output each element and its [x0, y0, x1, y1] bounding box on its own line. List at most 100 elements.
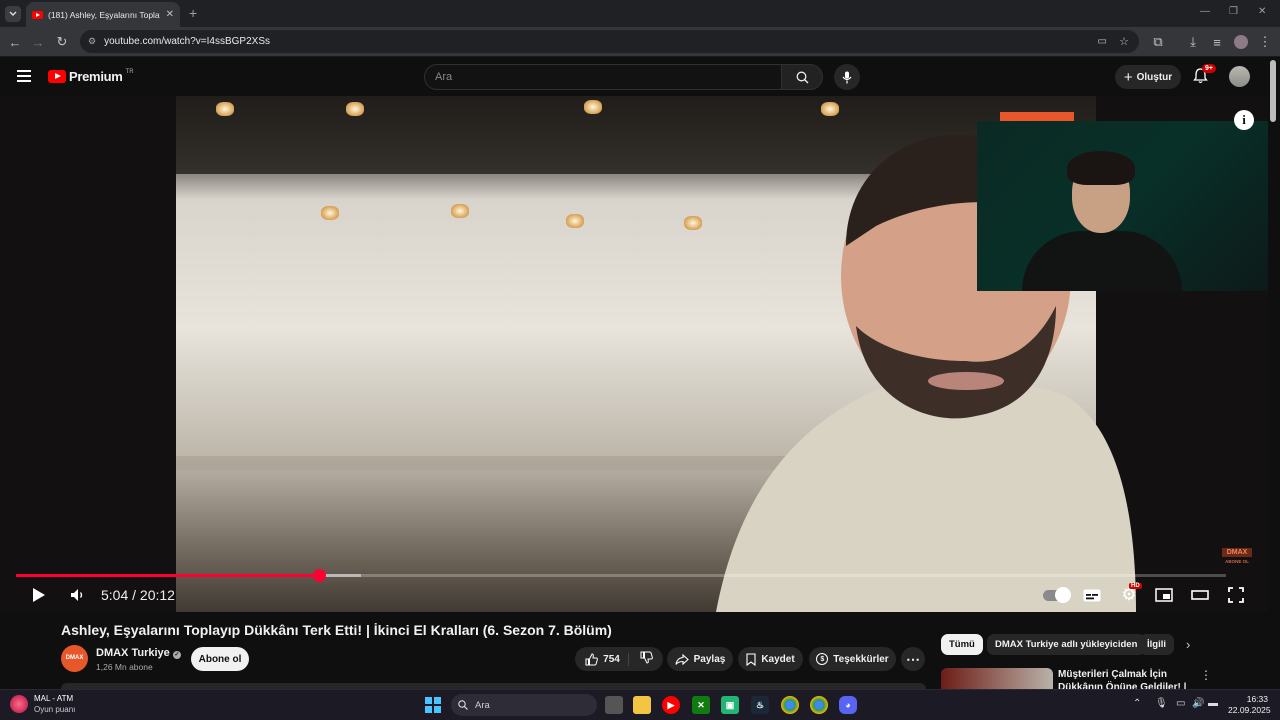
back-button[interactable]: ←	[4, 27, 26, 57]
start-button[interactable]	[425, 697, 441, 713]
browser-menu-icon[interactable]: ⋮	[1254, 27, 1276, 57]
save-button[interactable]: Kaydet	[738, 647, 803, 671]
autoplay-toggle[interactable]	[1042, 584, 1071, 606]
youtube-music-icon[interactable]: ▶	[662, 696, 680, 714]
recommendation-thumbnail[interactable]	[941, 668, 1053, 690]
channel-name[interactable]: DMAX Turkiye ✓	[96, 647, 181, 659]
subtitles-button[interactable]	[1082, 584, 1102, 606]
scene-light	[451, 204, 469, 218]
forward-button[interactable]: →	[27, 27, 49, 57]
bookmark-star-icon[interactable]: ☆	[1119, 35, 1129, 48]
steam-icon[interactable]: ♨	[751, 696, 769, 714]
site-info-icon[interactable]: ⚙	[88, 36, 96, 47]
voice-search-button[interactable]	[834, 64, 860, 90]
minimize-button[interactable]: —	[1200, 6, 1210, 17]
chip-related[interactable]: İlgili	[1139, 634, 1174, 655]
browser-tab-bar: (181) Ashley, Eşyalarını Toplayıp ✕ + — …	[0, 0, 1280, 27]
volume-icon	[71, 589, 83, 601]
browser-tab[interactable]: (181) Ashley, Eşyalarını Toplayıp ✕	[26, 2, 180, 27]
close-window-button[interactable]: ✕	[1258, 6, 1266, 17]
brand-label: Premium	[69, 69, 123, 84]
fullscreen-icon	[1228, 587, 1244, 603]
share-button[interactable]: Paylaş	[667, 647, 733, 671]
play-button[interactable]	[30, 584, 48, 606]
scene-light	[566, 214, 584, 228]
tray-volume-icon[interactable]: 🔊	[1192, 698, 1204, 709]
task-view-icon[interactable]	[605, 696, 623, 714]
restore-button[interactable]: ❐	[1229, 6, 1238, 17]
windows-taskbar: MAL - ATM Oyun puanı Ara ▶ ✕ ▣ ♨ ◕ ⌃ 🎙 ▭…	[0, 689, 1280, 720]
save-label: Kaydet	[761, 653, 795, 665]
menu-icon[interactable]	[17, 70, 31, 82]
more-actions-button[interactable]: ⋯	[901, 647, 925, 671]
weather-widget[interactable]: MAL - ATM Oyun puanı	[10, 693, 75, 715]
cast-icon[interactable]: ▭	[1098, 36, 1107, 47]
chips-next-button[interactable]: ›	[1186, 637, 1190, 652]
watermark-text: DMAX	[1222, 548, 1252, 557]
theater-mode-button[interactable]	[1190, 584, 1210, 606]
close-tab-icon[interactable]: ✕	[166, 9, 174, 20]
dmax-watermark[interactable]: DMAX ABONE OL	[1222, 548, 1252, 566]
file-explorer-icon[interactable]	[633, 696, 651, 714]
dislike-button[interactable]	[634, 651, 653, 667]
new-tab-button[interactable]: +	[189, 5, 197, 21]
scene-light	[684, 216, 702, 230]
discord-icon[interactable]: ◕	[839, 696, 857, 714]
downloads-icon[interactable]: ⤓	[1182, 27, 1204, 57]
miniplayer-icon	[1155, 588, 1173, 602]
info-icon[interactable]: i	[1234, 110, 1254, 130]
like-count: 754	[603, 653, 620, 665]
xbox-icon[interactable]: ✕	[692, 696, 710, 714]
tray-battery-icon[interactable]: ▬	[1208, 698, 1218, 709]
recommendation-title[interactable]: Müşterileri Çalmak İçin Dükkânın Önüne G…	[1058, 668, 1193, 689]
mute-button[interactable]	[69, 584, 87, 606]
youtube-logo[interactable]: Premium TR	[48, 69, 134, 84]
scene-light	[821, 102, 839, 116]
extensions-icon[interactable]: ⧉	[1147, 27, 1169, 57]
thanks-button[interactable]: $ Teşekkürler	[809, 647, 896, 671]
address-bar[interactable]: ⚙ youtube.com/watch?v=I4ssBGP2XSs ▭ ☆	[80, 30, 1139, 53]
chip-all-label: Tümü	[949, 639, 975, 650]
reading-list-icon[interactable]: ≡	[1206, 27, 1228, 57]
fullscreen-button[interactable]	[1226, 584, 1246, 606]
chrome-profile-icon[interactable]	[810, 696, 828, 714]
scene-light	[346, 102, 364, 116]
subtitles-icon	[1083, 589, 1101, 601]
video-player[interactable]: i DMAX ABONE OL 5:04 / 20:12 ⚙ HD	[0, 96, 1268, 612]
create-button[interactable]: + Oluştur	[1115, 65, 1181, 89]
search-input[interactable]: Ara	[424, 64, 782, 90]
like-button[interactable]: 754	[585, 652, 629, 666]
webcam-hair	[1067, 151, 1135, 185]
reload-button[interactable]: ↻	[51, 27, 73, 57]
tab-search-button[interactable]	[5, 6, 21, 22]
url-text: youtube.com/watch?v=I4ssBGP2XSs	[104, 36, 270, 47]
account-avatar[interactable]	[1229, 66, 1250, 87]
notifications-button[interactable]: 9+	[1193, 64, 1216, 89]
tray-network-icon[interactable]: ▭	[1176, 698, 1185, 709]
chip-related-label: İlgili	[1147, 639, 1166, 650]
tray-mic-icon[interactable]: 🎙	[1155, 698, 1168, 709]
hd-badge: HD	[1129, 583, 1142, 589]
tray-overflow-icon[interactable]: ⌃	[1133, 698, 1141, 709]
verified-icon: ✓	[172, 651, 181, 659]
chrome-icon[interactable]	[781, 696, 799, 714]
search-placeholder: Ara	[435, 71, 453, 83]
profile-avatar[interactable]	[1230, 27, 1252, 57]
search-button[interactable]	[781, 64, 823, 90]
streamer-webcam-overlay	[977, 121, 1268, 291]
settings-button[interactable]: ⚙ HD	[1118, 583, 1142, 606]
miniplayer-button[interactable]	[1154, 584, 1174, 606]
progress-bar[interactable]	[16, 569, 1226, 582]
taskbar-search[interactable]: Ara	[451, 694, 597, 716]
chip-all[interactable]: Tümü	[941, 634, 983, 655]
recommendation-menu-icon[interactable]: ⋮	[1200, 668, 1212, 682]
app-icon[interactable]: ▣	[721, 696, 739, 714]
video-frame	[176, 96, 1136, 612]
chip-uploader[interactable]: DMAX Turkiye adlı yükleyiciden	[987, 634, 1146, 655]
taskbar-clock[interactable]: 16:33 22.09.2025	[1228, 694, 1271, 716]
create-label: Oluştur	[1136, 71, 1173, 83]
microphone-icon	[842, 71, 852, 83]
page-scrollbar[interactable]	[1270, 60, 1276, 122]
channel-avatar[interactable]: DMAX	[61, 645, 88, 672]
subscribe-button[interactable]: Abone ol	[191, 647, 249, 671]
